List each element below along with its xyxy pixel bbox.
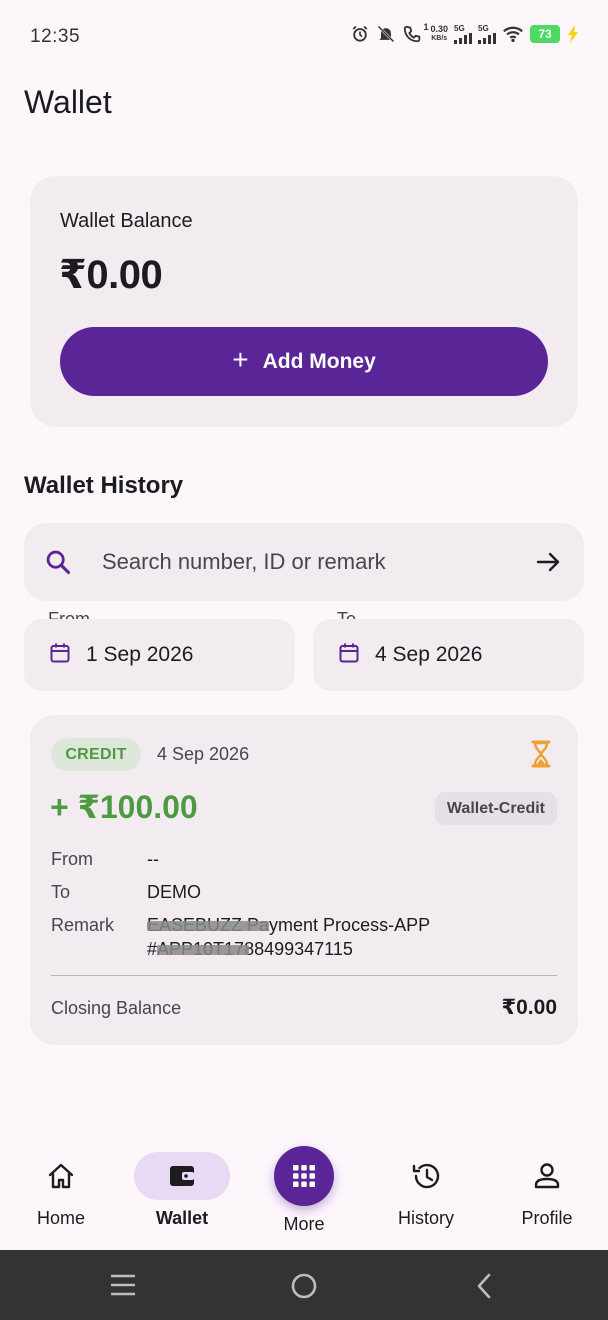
alarm-icon bbox=[350, 24, 370, 44]
status-time: 12:35 bbox=[30, 26, 81, 47]
wallet-balance-amount: ₹0.00 bbox=[59, 253, 163, 297]
history-icon bbox=[412, 1163, 440, 1189]
from-date-picker[interactable]: 1 Sep 2026 bbox=[24, 619, 295, 691]
nav-profile-label: Profile bbox=[521, 1208, 573, 1228]
net-type-1: 5G bbox=[454, 24, 465, 33]
net-type-2: 5G bbox=[478, 24, 489, 33]
wallet-balance-label: Wallet Balance bbox=[60, 210, 193, 232]
wallet-history-title: Wallet History bbox=[24, 472, 184, 499]
nav-home[interactable]: Home bbox=[1, 1138, 121, 1250]
more-fab-button[interactable] bbox=[274, 1146, 334, 1206]
charging-icon bbox=[566, 25, 580, 43]
closing-balance-label: Closing Balance bbox=[51, 998, 182, 1018]
signal-2: 5G bbox=[478, 24, 496, 44]
to-date-value: 4 Sep 2026 bbox=[375, 643, 483, 666]
wallet-icon bbox=[170, 1166, 194, 1186]
net-speed-value: 0.30 bbox=[430, 24, 448, 34]
divider bbox=[51, 975, 557, 976]
redaction-mark bbox=[157, 945, 249, 955]
net-speed: 0.30 KB/s bbox=[430, 25, 448, 43]
home-circle-icon[interactable] bbox=[290, 1272, 318, 1305]
bell-muted-icon bbox=[376, 24, 396, 44]
grid-icon bbox=[293, 1165, 315, 1187]
search-box bbox=[24, 523, 584, 601]
back-icon[interactable] bbox=[474, 1272, 494, 1305]
transaction-amount: + ₹100.00 bbox=[50, 789, 198, 825]
detail-remark-label: Remark bbox=[51, 915, 115, 935]
detail-to-value: DEMO bbox=[147, 882, 201, 902]
calendar-icon bbox=[48, 641, 72, 670]
transaction-category-chip: Wallet-Credit bbox=[434, 792, 557, 825]
page-title: Wallet bbox=[24, 84, 112, 120]
nav-wallet[interactable]: Wallet bbox=[122, 1138, 242, 1250]
wallet-balance-card: Wallet Balance ₹0.00 + Add Money bbox=[30, 176, 578, 427]
nav-wallet-label: Wallet bbox=[155, 1208, 209, 1228]
nav-home-icon-wrap bbox=[13, 1152, 109, 1200]
add-money-button[interactable]: + Add Money bbox=[60, 327, 548, 396]
net-speed-unit: KB/s bbox=[431, 35, 448, 42]
search-icon bbox=[44, 548, 72, 581]
transaction-card[interactable]: CREDIT 4 Sep 2026 + ₹100.00 Wallet-Credi… bbox=[30, 715, 578, 1045]
detail-from-value: -- bbox=[147, 849, 159, 869]
sim-label: 1 bbox=[423, 22, 429, 32]
person-icon bbox=[534, 1163, 560, 1189]
redaction-mark bbox=[147, 921, 269, 931]
bottom-nav: Home Wallet More History Profile bbox=[0, 1138, 608, 1250]
signal-bars-icon bbox=[454, 33, 472, 44]
home-icon bbox=[48, 1163, 74, 1189]
closing-balance-value: ₹0.00 bbox=[501, 996, 557, 1019]
detail-to-label: To bbox=[51, 882, 71, 902]
nav-profile-icon-wrap bbox=[499, 1152, 595, 1200]
nav-more-label[interactable]: More bbox=[244, 1214, 364, 1235]
add-money-label: Add Money bbox=[262, 349, 376, 373]
wifi-call-icon: 1 bbox=[402, 22, 428, 44]
nav-wallet-icon-wrap bbox=[134, 1152, 230, 1200]
credit-chip: CREDIT bbox=[51, 738, 141, 771]
hourglass-icon bbox=[530, 740, 552, 773]
nav-history-label: History bbox=[397, 1208, 454, 1228]
signal-1: 5G bbox=[454, 24, 472, 44]
detail-from-label: From bbox=[51, 849, 93, 869]
menu-icon[interactable] bbox=[110, 1274, 136, 1301]
search-input[interactable] bbox=[102, 523, 522, 601]
signal-bars-icon bbox=[478, 33, 496, 44]
system-nav-bar bbox=[0, 1250, 608, 1320]
arrow-right-icon[interactable] bbox=[536, 550, 562, 579]
calendar-icon bbox=[337, 641, 361, 670]
plus-icon: + bbox=[232, 344, 249, 375]
wifi-icon bbox=[502, 25, 524, 43]
nav-profile[interactable]: Profile bbox=[487, 1138, 607, 1250]
nav-history[interactable]: History bbox=[366, 1138, 486, 1250]
status-icons: 1 0.30 KB/s 5G 5G 73 bbox=[350, 22, 580, 44]
status-bar: 12:35 1 0.30 KB/s 5G 5G 73 bbox=[0, 0, 608, 76]
to-date-picker[interactable]: 4 Sep 2026 bbox=[313, 619, 584, 691]
nav-history-icon-wrap bbox=[378, 1152, 474, 1200]
battery-level: 73 bbox=[530, 25, 560, 43]
transaction-date: 4 Sep 2026 bbox=[157, 744, 250, 764]
nav-home-label: Home bbox=[36, 1208, 85, 1228]
from-date-value: 1 Sep 2026 bbox=[86, 643, 194, 666]
